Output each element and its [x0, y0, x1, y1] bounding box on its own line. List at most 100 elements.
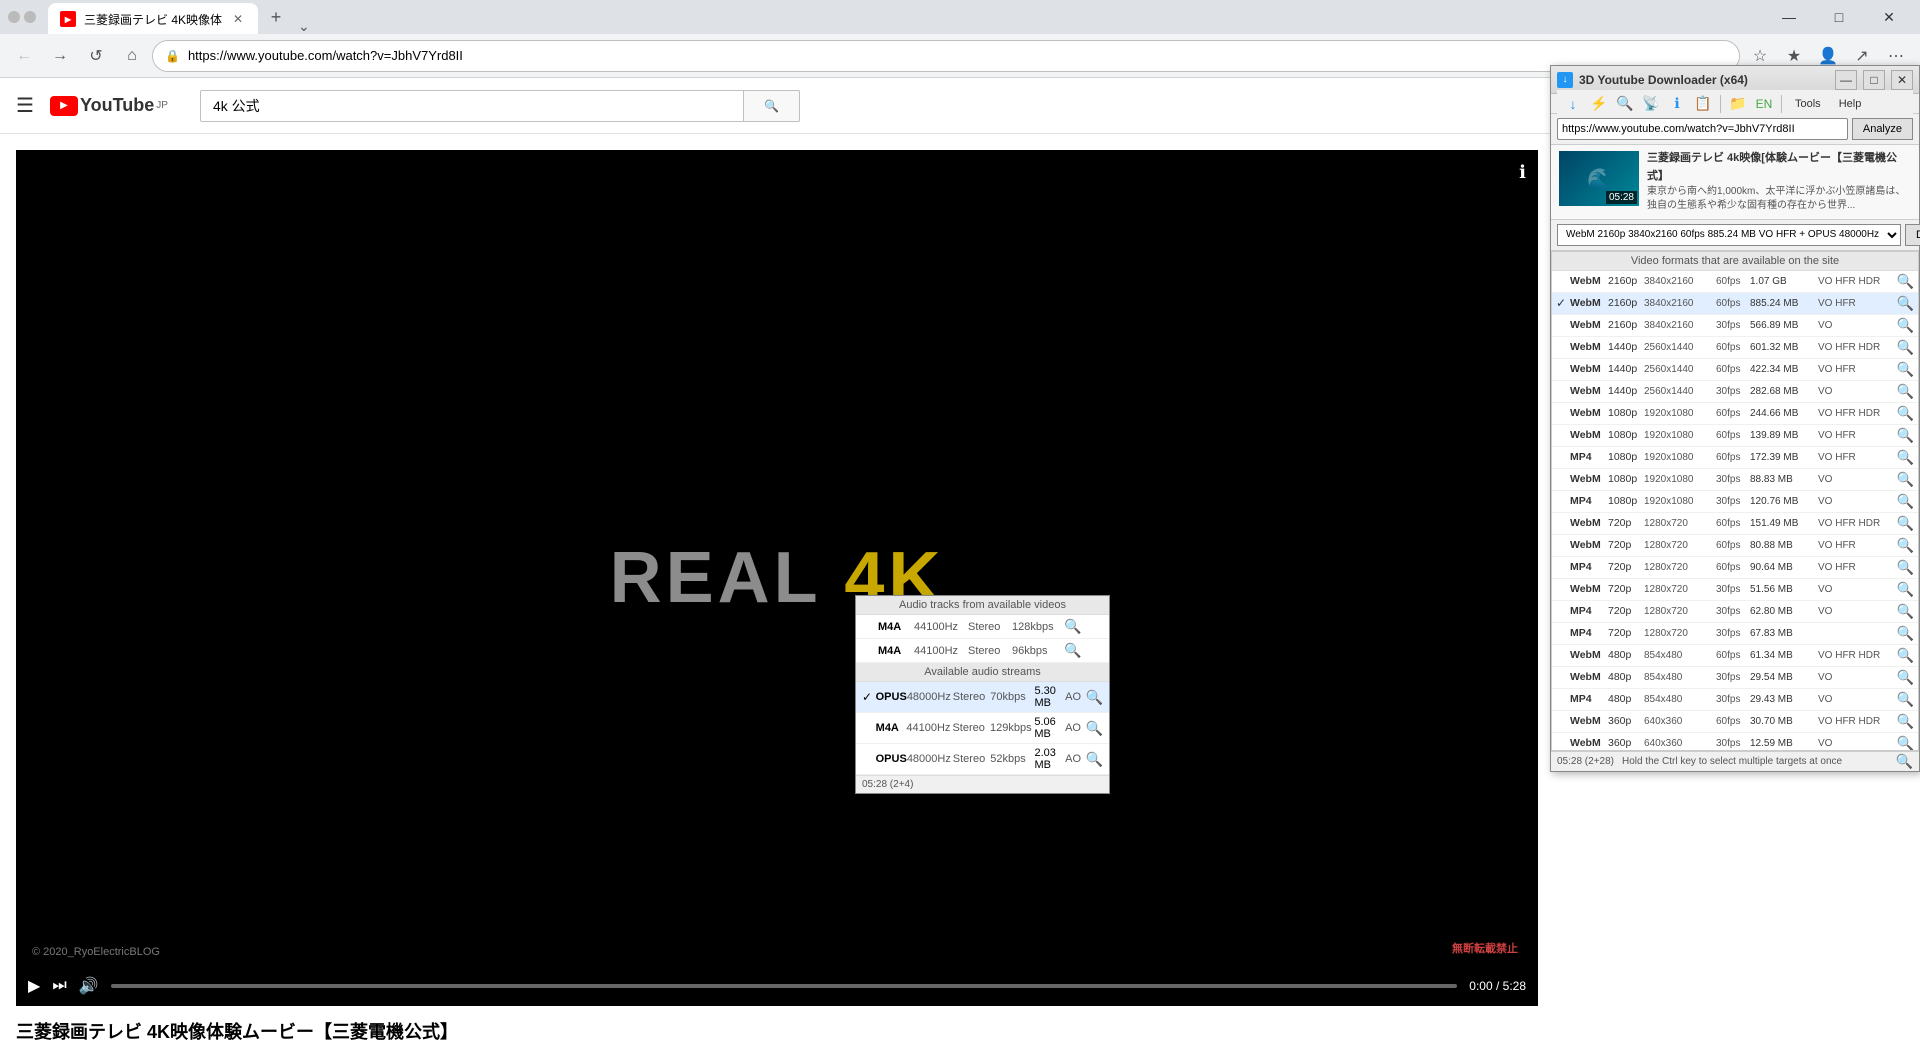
download-button[interactable]: Download: [1905, 224, 1920, 246]
format-item[interactable]: ✓ WebM 2160p 3840x2160 60fps 885.24 MB V…: [1552, 293, 1918, 315]
tab-close-button[interactable]: ✕: [230, 11, 246, 27]
zoom-icon[interactable]: 🔍: [1894, 383, 1914, 400]
address-input[interactable]: [188, 48, 1727, 63]
format-dim: 1280x720: [1644, 518, 1716, 529]
format-item[interactable]: WebM 1080p 1920x1080 60fps 244.66 MB VO …: [1552, 403, 1918, 425]
zoom-btn[interactable]: 🔍: [1086, 720, 1103, 737]
tab-list-button[interactable]: ⌄: [298, 18, 310, 35]
audio-stream-opus-70[interactable]: ✓ OPUS 48000Hz Stereo 70kbps 5.30 MB AO …: [856, 682, 1109, 713]
back-button[interactable]: ←: [8, 40, 40, 72]
format-item[interactable]: WebM 480p 854x480 60fps 61.34 MB VO HFR …: [1552, 645, 1918, 667]
play-button[interactable]: ▶: [28, 976, 40, 996]
format-item[interactable]: MP4 720p 1280x720 30fps 62.80 MB VO 🔍: [1552, 601, 1918, 623]
zoom-btn[interactable]: 🔍: [1064, 618, 1082, 635]
zoom-icon[interactable]: 🔍: [1894, 669, 1914, 686]
format-item[interactable]: WebM 2160p 3840x2160 30fps 566.89 MB VO …: [1552, 315, 1918, 337]
zoom-icon[interactable]: 🔍: [1894, 427, 1914, 444]
audio-stream-opus-52[interactable]: OPUS 48000Hz Stereo 52kbps 2.03 MB AO 🔍: [856, 744, 1109, 775]
analyze-button[interactable]: Analyze: [1852, 118, 1913, 140]
format-item[interactable]: WebM 1440p 2560x1440 30fps 282.68 MB VO …: [1552, 381, 1918, 403]
rss-btn[interactable]: 📡: [1639, 93, 1663, 115]
folder-btn[interactable]: 📁: [1726, 93, 1750, 115]
format-item[interactable]: WebM 480p 854x480 30fps 29.54 MB VO 🔍: [1552, 667, 1918, 689]
zoom-icon[interactable]: 🔍: [1894, 647, 1914, 664]
zoom-icon[interactable]: 🔍: [1894, 603, 1914, 620]
format-item[interactable]: WebM 360p 640x360 60fps 30.70 MB VO HFR …: [1552, 711, 1918, 733]
tools-menu-item[interactable]: Tools: [1787, 90, 1829, 118]
video-player[interactable]: REAL 4K ℹ ▶ ⏭ 🔊 0:00 / 5:28 無断転載禁: [16, 150, 1538, 1006]
format-item[interactable]: WebM 1080p 1920x1080 30fps 88.83 MB VO 🔍: [1552, 469, 1918, 491]
menu-button[interactable]: ☰: [16, 93, 34, 118]
dialog-minimize-button[interactable]: —: [1835, 70, 1857, 90]
zoom-icon[interactable]: 🔍: [1894, 361, 1914, 378]
tab-favicon: ▶: [60, 11, 76, 27]
next-button[interactable]: ⏭: [52, 977, 66, 995]
zoom-icon[interactable]: 🔍: [1894, 559, 1914, 576]
zoom-btn[interactable]: 🔍: [1086, 751, 1103, 768]
search-button[interactable]: 🔍: [744, 90, 800, 122]
format-item[interactable]: WebM 1440p 2560x1440 60fps 601.32 MB VO …: [1552, 337, 1918, 359]
format-item[interactable]: WebM 1440p 2560x1440 60fps 422.34 MB VO …: [1552, 359, 1918, 381]
format-dropdown[interactable]: WebM 2160p 3840x2160 60fps 885.24 MB VO …: [1557, 224, 1901, 246]
dialog-close-button[interactable]: ✕: [1891, 70, 1913, 90]
url-input[interactable]: [1557, 118, 1848, 140]
search-icon-btn[interactable]: 🔍: [1613, 93, 1637, 115]
active-tab[interactable]: ▶ 三菱録画テレビ 4K映像体 ✕: [48, 3, 258, 35]
zoom-icon[interactable]: 🔍: [1894, 449, 1914, 466]
refresh-button[interactable]: ↺: [80, 40, 112, 72]
zoom-icon[interactable]: 🔍: [1894, 295, 1914, 312]
info-icon[interactable]: ℹ: [1519, 162, 1526, 183]
zoom-icon[interactable]: 🔍: [1894, 317, 1914, 334]
format-type: WebM: [1570, 473, 1608, 485]
zoom-btn[interactable]: 🔍: [1064, 642, 1082, 659]
home-button[interactable]: ⌂: [116, 40, 148, 72]
flag-en-btn[interactable]: EN: [1752, 93, 1776, 115]
zoom-icon[interactable]: 🔍: [1894, 735, 1914, 751]
zoom-icon[interactable]: 🔍: [1894, 515, 1914, 532]
format-item[interactable]: WebM 720p 1280x720 30fps 51.56 MB VO 🔍: [1552, 579, 1918, 601]
zoom-icon[interactable]: 🔍: [1894, 625, 1914, 642]
format-item[interactable]: WebM 2160p 3840x2160 60fps 1.07 GB VO HF…: [1552, 271, 1918, 293]
format-item[interactable]: WebM 720p 1280x720 60fps 80.88 MB VO HFR…: [1552, 535, 1918, 557]
format-item[interactable]: MP4 720p 1280x720 30fps 67.83 MB 🔍: [1552, 623, 1918, 645]
zoom-icon[interactable]: 🔍: [1894, 471, 1914, 488]
dialog-maximize-button[interactable]: □: [1863, 70, 1885, 90]
format-item[interactable]: MP4 1080p 1920x1080 30fps 120.76 MB VO 🔍: [1552, 491, 1918, 513]
format-type: WebM: [1570, 583, 1608, 595]
zoom-icon[interactable]: 🔍: [1894, 339, 1914, 356]
format-res: 1440p: [1608, 341, 1644, 353]
zoom-icon[interactable]: 🔍: [1894, 713, 1914, 730]
format-item[interactable]: MP4 720p 1280x720 60fps 90.64 MB VO HFR …: [1552, 557, 1918, 579]
copy-btn[interactable]: 📋: [1691, 93, 1715, 115]
watermark: 無断転載禁止: [1448, 938, 1522, 958]
format-item[interactable]: MP4 1080p 1920x1080 60fps 172.39 MB VO H…: [1552, 447, 1918, 469]
download-icon-btn[interactable]: ↓: [1561, 93, 1585, 115]
zoom-icon[interactable]: 🔍: [1894, 581, 1914, 598]
new-tab-button[interactable]: +: [258, 0, 294, 35]
forward-button[interactable]: →: [44, 40, 76, 72]
audio-stream-m4a-129[interactable]: M4A 44100Hz Stereo 129kbps 5.06 MB AO 🔍: [856, 713, 1109, 744]
help-menu-item[interactable]: Help: [1831, 90, 1870, 118]
zoom-btn[interactable]: 🔍: [1086, 689, 1103, 706]
close-button[interactable]: ✕: [1866, 0, 1912, 34]
format-item[interactable]: WebM 360p 640x360 30fps 12.59 MB VO 🔍: [1552, 733, 1918, 751]
flash-btn[interactable]: ⚡: [1587, 93, 1611, 115]
format-item[interactable]: WebM 720p 1280x720 60fps 151.49 MB VO HF…: [1552, 513, 1918, 535]
maximize-button[interactable]: □: [1816, 0, 1862, 34]
progress-bar[interactable]: [111, 984, 1458, 988]
window-controls: — □ ✕: [1766, 0, 1912, 34]
zoom-icon[interactable]: 🔍: [1894, 273, 1914, 290]
format-dim: 2560x1440: [1644, 342, 1716, 353]
search-input[interactable]: [213, 98, 731, 114]
info-btn[interactable]: ℹ: [1665, 93, 1689, 115]
format-item[interactable]: MP4 480p 854x480 30fps 29.43 MB VO 🔍: [1552, 689, 1918, 711]
audio-track-m4a-96[interactable]: M4A 44100Hz Stereo 96kbps 🔍: [856, 639, 1109, 663]
minimize-button[interactable]: —: [1766, 0, 1812, 34]
format-item[interactable]: WebM 1080p 1920x1080 60fps 139.89 MB VO …: [1552, 425, 1918, 447]
audio-track-m4a-128[interactable]: M4A 44100Hz Stereo 128kbps 🔍: [856, 615, 1109, 639]
zoom-icon[interactable]: 🔍: [1894, 405, 1914, 422]
zoom-icon[interactable]: 🔍: [1894, 691, 1914, 708]
zoom-icon[interactable]: 🔍: [1894, 493, 1914, 510]
volume-button[interactable]: 🔊: [79, 976, 99, 996]
zoom-icon[interactable]: 🔍: [1894, 537, 1914, 554]
